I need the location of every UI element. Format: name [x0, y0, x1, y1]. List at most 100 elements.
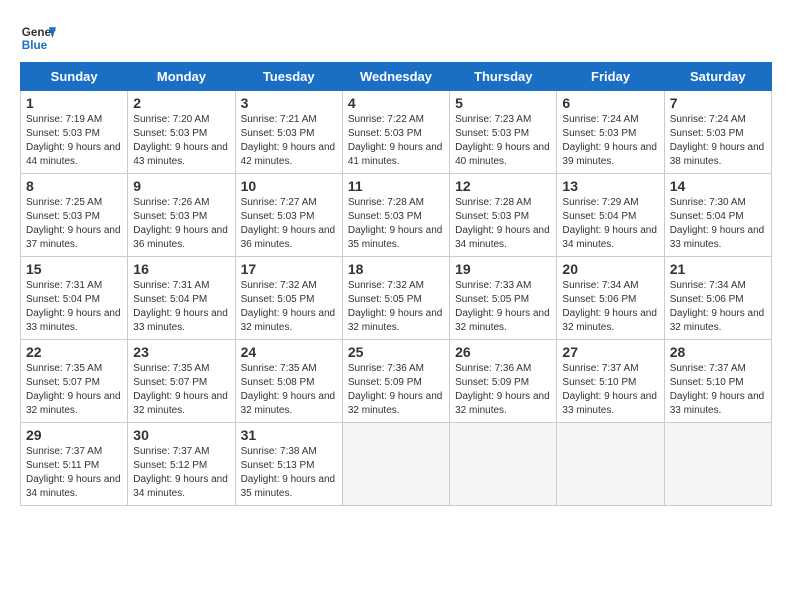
calendar-cell: 27 Sunrise: 7:37 AMSunset: 5:10 PMDayligh…: [557, 340, 664, 423]
day-number: 27: [562, 344, 658, 360]
day-detail: Sunrise: 7:37 AMSunset: 5:12 PMDaylight:…: [133, 446, 228, 499]
day-number: 16: [133, 261, 229, 277]
calendar-week-row: 8 Sunrise: 7:25 AMSunset: 5:03 PMDaylight…: [21, 174, 772, 257]
calendar-cell: 9 Sunrise: 7:26 AMSunset: 5:03 PMDaylight…: [128, 174, 235, 257]
day-number: 11: [348, 178, 444, 194]
calendar-cell: 28Sunrise: 7:37 AMSunset: 5:10 PMDayligh…: [664, 340, 771, 423]
calendar-cell: 16 Sunrise: 7:31 AMSunset: 5:04 PMDayligh…: [128, 257, 235, 340]
day-detail: Sunrise: 7:38 AMSunset: 5:13 PMDaylight:…: [241, 446, 336, 499]
calendar-cell: 31 Sunrise: 7:38 AMSunset: 5:13 PMDayligh…: [235, 423, 342, 506]
day-header-thursday: Thursday: [450, 63, 557, 91]
day-number: 21: [670, 261, 766, 277]
page-header: General Blue: [20, 20, 772, 56]
calendar-week-row: 15 Sunrise: 7:31 AMSunset: 5:04 PMDayligh…: [21, 257, 772, 340]
day-header-sunday: Sunday: [21, 63, 128, 91]
calendar-cell: 7Sunrise: 7:24 AMSunset: 5:03 PMDaylight…: [664, 91, 771, 174]
calendar-cell: 5 Sunrise: 7:23 AMSunset: 5:03 PMDaylight…: [450, 91, 557, 174]
day-detail: Sunrise: 7:32 AMSunset: 5:05 PMDaylight:…: [348, 280, 443, 333]
calendar-cell: 14 Sunrise: 7:30 AMSunset: 5:04 PMDayligh…: [664, 174, 771, 257]
day-number: 10: [241, 178, 337, 194]
day-number: 31: [241, 427, 337, 443]
day-header-wednesday: Wednesday: [342, 63, 449, 91]
day-number: 25: [348, 344, 444, 360]
day-number: 26: [455, 344, 551, 360]
day-header-saturday: Saturday: [664, 63, 771, 91]
day-detail: Sunrise: 7:37 AMSunset: 5:10 PMDaylight:…: [670, 363, 765, 416]
calendar-cell: 2Sunrise: 7:20 AMSunset: 5:03 PMDaylight…: [128, 91, 235, 174]
day-number: 9: [133, 178, 229, 194]
day-detail: Sunrise: 7:23 AMSunset: 5:03 PMDaylight:…: [455, 114, 550, 167]
day-number: 3: [241, 95, 337, 111]
day-header-monday: Monday: [128, 63, 235, 91]
calendar-cell: 24 Sunrise: 7:35 AMSunset: 5:08 PMDayligh…: [235, 340, 342, 423]
day-number: 17: [241, 261, 337, 277]
day-number: 14: [670, 178, 766, 194]
calendar-cell: 11 Sunrise: 7:28 AMSunset: 5:03 PMDayligh…: [342, 174, 449, 257]
calendar-cell: 30 Sunrise: 7:37 AMSunset: 5:12 PMDayligh…: [128, 423, 235, 506]
calendar-cell: 10Sunrise: 7:27 AMSunset: 5:03 PMDayligh…: [235, 174, 342, 257]
day-detail: Sunrise: 7:24 AMSunset: 5:03 PMDaylight:…: [562, 114, 657, 167]
day-number: 20: [562, 261, 658, 277]
day-number: 23: [133, 344, 229, 360]
day-number: 15: [26, 261, 122, 277]
calendar-cell: 12 Sunrise: 7:28 AMSunset: 5:03 PMDayligh…: [450, 174, 557, 257]
day-number: 6: [562, 95, 658, 111]
day-detail: Sunrise: 7:29 AMSunset: 5:04 PMDaylight:…: [562, 197, 657, 250]
day-detail: Sunrise: 7:28 AMSunset: 5:03 PMDaylight:…: [455, 197, 550, 250]
calendar-cell: 17 Sunrise: 7:32 AMSunset: 5:05 PMDayligh…: [235, 257, 342, 340]
day-detail: Sunrise: 7:34 AMSunset: 5:06 PMDaylight:…: [562, 280, 657, 333]
day-detail: Sunrise: 7:20 AMSunset: 5:03 PMDaylight:…: [133, 114, 228, 167]
day-detail: Sunrise: 7:25 AMSunset: 5:03 PMDaylight:…: [26, 197, 121, 250]
calendar-cell: 25 Sunrise: 7:36 AMSunset: 5:09 PMDayligh…: [342, 340, 449, 423]
day-number: 12: [455, 178, 551, 194]
calendar-cell: [342, 423, 449, 506]
day-detail: Sunrise: 7:26 AMSunset: 5:03 PMDaylight:…: [133, 197, 228, 250]
day-detail: Sunrise: 7:32 AMSunset: 5:05 PMDaylight:…: [241, 280, 336, 333]
day-detail: Sunrise: 7:35 AMSunset: 5:08 PMDaylight:…: [241, 363, 336, 416]
day-number: 18: [348, 261, 444, 277]
day-header-friday: Friday: [557, 63, 664, 91]
day-detail: Sunrise: 7:36 AMSunset: 5:09 PMDaylight:…: [348, 363, 443, 416]
calendar-cell: [557, 423, 664, 506]
calendar-week-row: 22 Sunrise: 7:35 AMSunset: 5:07 PMDayligh…: [21, 340, 772, 423]
day-number: 5: [455, 95, 551, 111]
day-number: 29: [26, 427, 122, 443]
day-number: 19: [455, 261, 551, 277]
day-detail: Sunrise: 7:19 AMSunset: 5:03 PMDaylight:…: [26, 114, 121, 167]
day-detail: Sunrise: 7:24 AMSunset: 5:03 PMDaylight:…: [670, 114, 765, 167]
day-detail: Sunrise: 7:37 AMSunset: 5:10 PMDaylight:…: [562, 363, 657, 416]
calendar-cell: 6 Sunrise: 7:24 AMSunset: 5:03 PMDaylight…: [557, 91, 664, 174]
day-detail: Sunrise: 7:21 AMSunset: 5:03 PMDaylight:…: [241, 114, 336, 167]
calendar-cell: 21 Sunrise: 7:34 AMSunset: 5:06 PMDayligh…: [664, 257, 771, 340]
day-number: 24: [241, 344, 337, 360]
svg-text:Blue: Blue: [22, 39, 48, 52]
calendar-cell: 15Sunrise: 7:31 AMSunset: 5:04 PMDayligh…: [21, 257, 128, 340]
calendar-cell: 13 Sunrise: 7:29 AMSunset: 5:04 PMDayligh…: [557, 174, 664, 257]
day-number: 13: [562, 178, 658, 194]
calendar-cell: 3 Sunrise: 7:21 AMSunset: 5:03 PMDaylight…: [235, 91, 342, 174]
logo: General Blue: [20, 20, 56, 56]
calendar-header-row: SundayMondayTuesdayWednesdayThursdayFrid…: [21, 63, 772, 91]
day-detail: Sunrise: 7:31 AMSunset: 5:04 PMDaylight:…: [133, 280, 228, 333]
day-detail: Sunrise: 7:37 AMSunset: 5:11 PMDaylight:…: [26, 446, 121, 499]
day-number: 22: [26, 344, 122, 360]
calendar-cell: 29 Sunrise: 7:37 AMSunset: 5:11 PMDayligh…: [21, 423, 128, 506]
logo-icon: General Blue: [20, 20, 56, 56]
calendar-week-row: 29 Sunrise: 7:37 AMSunset: 5:11 PMDayligh…: [21, 423, 772, 506]
calendar-cell: 22 Sunrise: 7:35 AMSunset: 5:07 PMDayligh…: [21, 340, 128, 423]
day-detail: Sunrise: 7:22 AMSunset: 5:03 PMDaylight:…: [348, 114, 443, 167]
day-detail: Sunrise: 7:35 AMSunset: 5:07 PMDaylight:…: [26, 363, 121, 416]
calendar-week-row: 1Sunrise: 7:19 AMSunset: 5:03 PMDaylight…: [21, 91, 772, 174]
day-header-tuesday: Tuesday: [235, 63, 342, 91]
day-number: 4: [348, 95, 444, 111]
day-number: 8: [26, 178, 122, 194]
day-number: 30: [133, 427, 229, 443]
day-detail: Sunrise: 7:34 AMSunset: 5:06 PMDaylight:…: [670, 280, 765, 333]
calendar-cell: 1Sunrise: 7:19 AMSunset: 5:03 PMDaylight…: [21, 91, 128, 174]
calendar-cell: 8 Sunrise: 7:25 AMSunset: 5:03 PMDaylight…: [21, 174, 128, 257]
calendar-cell: [664, 423, 771, 506]
day-detail: Sunrise: 7:30 AMSunset: 5:04 PMDaylight:…: [670, 197, 765, 250]
day-detail: Sunrise: 7:36 AMSunset: 5:09 PMDaylight:…: [455, 363, 550, 416]
day-detail: Sunrise: 7:28 AMSunset: 5:03 PMDaylight:…: [348, 197, 443, 250]
calendar-cell: 26 Sunrise: 7:36 AMSunset: 5:09 PMDayligh…: [450, 340, 557, 423]
